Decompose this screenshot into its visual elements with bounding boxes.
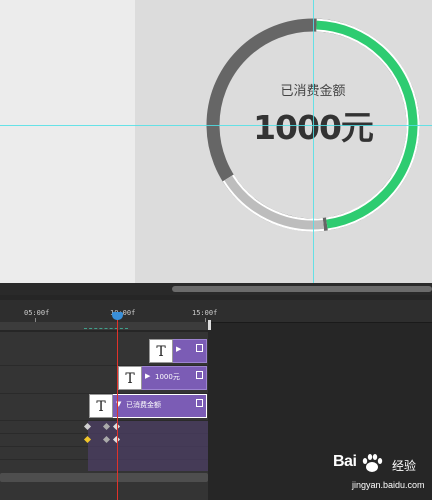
layer-bar-label: 已消费金额 (126, 401, 161, 409)
text-layer-icon: T (118, 366, 142, 390)
layer-bar-label: 1000元 (155, 373, 180, 381)
ruler-label-5s: 05:00f (24, 309, 50, 317)
ruler-label-15s: 15:00f (192, 309, 218, 317)
layer-bar-1[interactable]: ▶ (170, 339, 207, 363)
ring-arc-light-inner (224, 175, 324, 230)
watermark-url: jingyan.baidu.com (352, 480, 425, 490)
work-area-end-handle[interactable] (208, 320, 211, 330)
layer-end-handle[interactable] (196, 344, 203, 352)
layer-expand-icon[interactable]: ▶ (176, 345, 181, 353)
layer-end-handle[interactable] (196, 399, 203, 407)
text-layer-icon: T (89, 394, 113, 418)
composition-viewer[interactable]: 已消费金额 1000元 (0, 0, 432, 283)
layer-bar-3[interactable]: ▼ 已消费金额 (110, 394, 207, 418)
cache-indicator (84, 328, 128, 329)
playhead-line[interactable] (117, 313, 118, 500)
vertical-guide[interactable] (313, 0, 314, 283)
timeline-scrollbar[interactable] (0, 473, 208, 482)
paw-icon (362, 454, 383, 472)
viewer-scrollbar-thumb[interactable] (172, 286, 432, 292)
layer-bar-2[interactable]: ▶ 1000元 (139, 366, 207, 390)
text-layer-icon: T (149, 339, 173, 363)
layer-end-handle[interactable] (196, 371, 203, 379)
horizontal-guide[interactable] (0, 125, 432, 126)
watermark-logo-suffix: 经验 (392, 459, 417, 473)
watermark-logo: Bai (333, 453, 357, 470)
track-area-outside (208, 332, 432, 500)
layer-expand-icon[interactable]: ▶ (145, 372, 150, 380)
